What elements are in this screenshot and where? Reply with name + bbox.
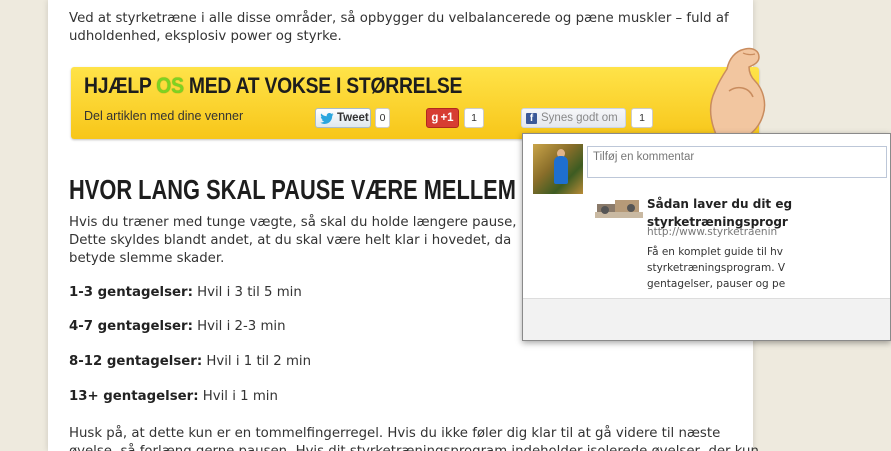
share-banner: HJÆLP OS MED AT VOKSE I STØRRELSE Del ar… xyxy=(71,47,766,143)
rep-item: 13+ gentagelser: Hvil i 1 min xyxy=(69,389,278,404)
avatar xyxy=(533,144,583,194)
twitter-bird-icon xyxy=(320,112,334,124)
closing-paragraph: Husk på, at dette kun er en tommelfinger… xyxy=(69,425,759,451)
facebook-like-count: 1 xyxy=(631,108,653,128)
rep-item: 1-3 gentagelser: Hvil i 3 til 5 min xyxy=(69,285,302,300)
flexing-arm-icon xyxy=(709,47,766,143)
rep-item: 8-12 gentagelser: Hvil i 1 til 2 min xyxy=(69,354,312,369)
facebook-share-popup: Tilføj en kommentar Sådan laver du dit e… xyxy=(522,133,891,341)
banner-title: HJÆLP OS MED AT VOKSE I STØRRELSE xyxy=(84,73,463,98)
intro-paragraph: Ved at styrketræne i alle disse områder,… xyxy=(69,11,729,44)
facebook-like-button[interactable]: f Synes godt om xyxy=(521,108,626,128)
google-plus-label: +1 xyxy=(440,112,454,124)
facebook-icon: f xyxy=(526,112,537,124)
tweet-button[interactable]: Tweet xyxy=(315,108,371,128)
paragraph-line: Husk på, at dette kun er en tommelfinger… xyxy=(69,426,721,441)
facebook-like-label: Synes godt om xyxy=(541,112,618,124)
google-plus-button[interactable]: g +1 xyxy=(426,108,459,128)
tweet-label: Tweet xyxy=(337,112,369,124)
rep-item: 4-7 gentagelser: Hvil i 2-3 min xyxy=(69,319,286,334)
comment-input[interactable]: Tilføj en kommentar xyxy=(587,146,887,178)
tweet-count: 0 xyxy=(375,108,390,128)
link-thumbnail xyxy=(595,200,643,218)
link-url: http://www.styrketraenin xyxy=(647,226,778,238)
google-plus-count: 1 xyxy=(464,108,484,128)
paragraph-line: øvelse, så forlæng gerne pausen. Hvis di… xyxy=(69,443,759,451)
google-plus-icon: g xyxy=(431,112,439,124)
popup-footer xyxy=(523,298,890,340)
link-description: Få en komplet guide til hv styrketræning… xyxy=(647,246,786,290)
banner-subtitle: Del artiklen med dine venner xyxy=(84,109,244,123)
